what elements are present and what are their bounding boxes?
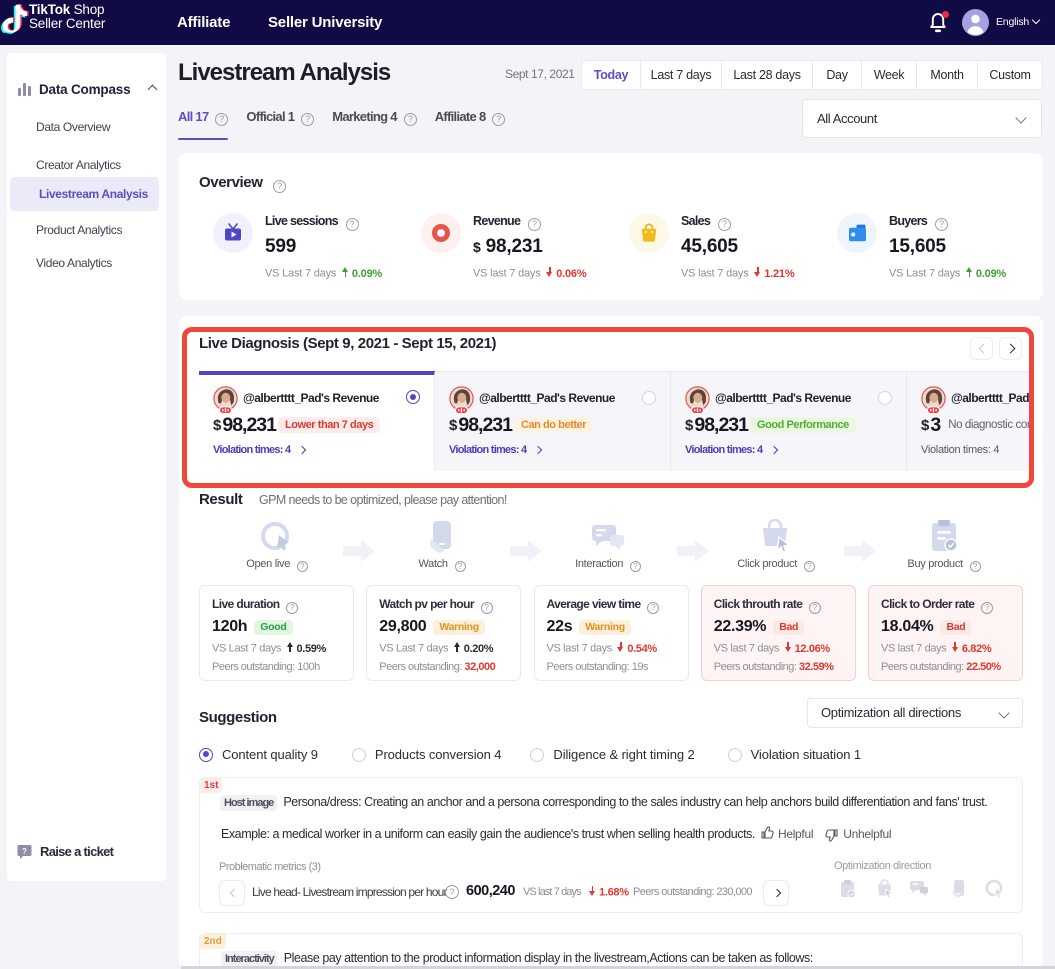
svg-text:?: ? bbox=[22, 847, 27, 856]
